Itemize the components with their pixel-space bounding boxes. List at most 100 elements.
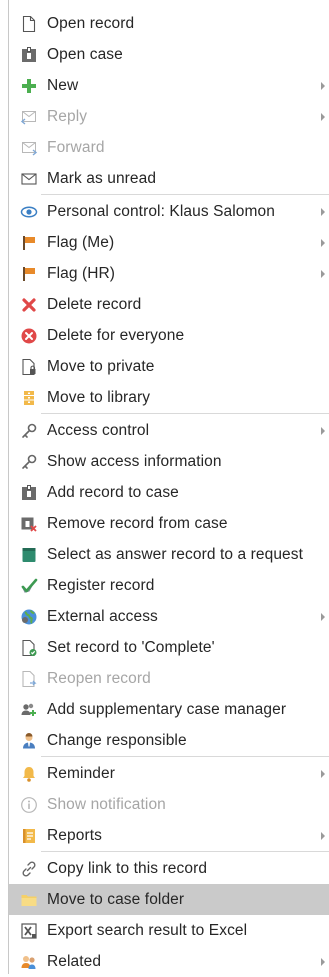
menu-item-label: Show notification [47, 795, 166, 813]
menu-item-label: Move to case folder [47, 890, 185, 908]
menu-item-reports[interactable]: Reports [9, 820, 329, 851]
folder-icon [20, 891, 38, 909]
menu-item-open-case[interactable]: Open case [9, 39, 329, 70]
plus-icon [20, 77, 38, 95]
forward-icon [20, 139, 38, 157]
menu-separator [41, 413, 329, 414]
menu-separator [41, 756, 329, 757]
envelope-icon [20, 170, 38, 188]
delete-x-icon [20, 296, 38, 314]
key-icon [20, 422, 38, 440]
submenu-arrow-icon [321, 207, 325, 216]
submenu-arrow-icon [321, 426, 325, 435]
key-icon [20, 453, 38, 471]
menu-item-remove-record-from-case[interactable]: Remove record from case [9, 508, 329, 539]
menu-item-label: Add supplementary case manager [47, 700, 287, 718]
menu-item-add-record-to-case[interactable]: Add record to case [9, 477, 329, 508]
excel-icon [20, 922, 38, 940]
flag-icon [20, 265, 38, 283]
menu-item-label: Reply [47, 107, 88, 125]
menu-item-label: Personal control: Klaus Salomon [47, 202, 275, 220]
submenu-arrow-icon [321, 831, 325, 840]
menu-item-label: Add record to case [47, 483, 179, 501]
menu-item-set-record-complete[interactable]: Set record to 'Complete' [9, 632, 329, 663]
menu-item-register-record[interactable]: Register record [9, 570, 329, 601]
menu-item-label: Flag (HR) [47, 264, 116, 282]
menu-item-label: Change responsible [47, 731, 187, 749]
menu-item-mark-as-unread[interactable]: Mark as unread [9, 163, 329, 194]
menu-item-label: Set record to 'Complete' [47, 638, 215, 656]
menu-item-delete-record[interactable]: Delete record [9, 289, 329, 320]
register-check-icon [20, 577, 38, 595]
report-icon [20, 827, 38, 845]
menu-item-label: Access control [47, 421, 150, 439]
submenu-arrow-icon [321, 238, 325, 247]
menu-item-move-to-private[interactable]: Move to private [9, 351, 329, 382]
menu-item-show-notification[interactable]: Show notification [9, 789, 329, 820]
menu-item-label: New [47, 76, 79, 94]
menu-item-open-record[interactable]: Open record [9, 8, 329, 39]
menu-item-move-to-case-folder[interactable]: Move to case folder [9, 884, 329, 915]
menu-item-label: Forward [47, 138, 105, 156]
library-icon [20, 389, 38, 407]
menu-item-change-responsible[interactable]: Change responsible [9, 725, 329, 756]
menu-item-reminder[interactable]: Reminder [9, 758, 329, 789]
menu-item-delete-for-everyone[interactable]: Delete for everyone [9, 320, 329, 351]
menu-item-personal-control[interactable]: Personal control: Klaus Salomon [9, 196, 329, 227]
menu-item-label: Register record [47, 576, 155, 594]
menu-item-external-access[interactable]: External access [9, 601, 329, 632]
private-document-icon [20, 358, 38, 376]
menu-item-label: Select as answer record to a request [47, 545, 304, 563]
menu-item-new[interactable]: New [9, 70, 329, 101]
person-icon [20, 732, 38, 750]
menu-item-reply[interactable]: Reply [9, 101, 329, 132]
submenu-arrow-icon [321, 269, 325, 278]
menu-item-label: Copy link to this record [47, 859, 208, 877]
document-icon [20, 15, 38, 33]
menu-item-label: Move to private [47, 357, 155, 375]
menu-item-label: Show access information [47, 452, 222, 470]
menu-item-label: Mark as unread [47, 169, 157, 187]
info-icon [20, 796, 38, 814]
menu-item-label: Delete record [47, 295, 142, 313]
menu-item-export-to-excel[interactable]: Export search result to Excel [9, 915, 329, 946]
menu-separator [41, 194, 329, 195]
menu-item-label: Delete for everyone [47, 326, 185, 344]
menu-item-forward[interactable]: Forward [9, 132, 329, 163]
answer-record-icon [20, 546, 38, 564]
context-menu: Open record Open case New Reply Forward … [8, 0, 329, 974]
menu-item-label: External access [47, 607, 158, 625]
menu-item-label: Move to library [47, 388, 151, 406]
menu-item-flag-hr[interactable]: Flag (HR) [9, 258, 329, 289]
menu-item-flag-me[interactable]: Flag (Me) [9, 227, 329, 258]
menu-item-label: Reminder [47, 764, 115, 782]
menu-item-label: Open record [47, 14, 135, 32]
menu-item-label: Open case [47, 45, 123, 63]
menu-item-label: Export search result to Excel [47, 921, 248, 939]
menu-item-label: Remove record from case [47, 514, 228, 532]
add-users-icon [20, 701, 38, 719]
menu-item-add-supplementary-case-manager[interactable]: Add supplementary case manager [9, 694, 329, 725]
case-icon [20, 46, 38, 64]
menu-item-related[interactable]: Related [9, 946, 329, 977]
bell-icon [20, 765, 38, 783]
complete-document-icon [20, 639, 38, 657]
menu-item-label: Reopen record [47, 669, 151, 687]
menu-separator [41, 851, 329, 852]
menu-item-select-as-answer-record[interactable]: Select as answer record to a request [9, 539, 329, 570]
menu-item-show-access-information[interactable]: Show access information [9, 446, 329, 477]
menu-item-reopen-record[interactable]: Reopen record [9, 663, 329, 694]
submenu-arrow-icon [321, 957, 325, 966]
case-remove-icon [20, 515, 38, 533]
related-people-icon [20, 953, 38, 971]
link-icon [20, 860, 38, 878]
reply-icon [20, 108, 38, 126]
menu-item-move-to-library[interactable]: Move to library [9, 382, 329, 413]
menu-item-copy-link[interactable]: Copy link to this record [9, 853, 329, 884]
eye-icon [20, 203, 38, 221]
delete-circle-icon [20, 327, 38, 345]
globe-icon [20, 608, 38, 626]
menu-item-label: Reports [47, 826, 102, 844]
menu-item-access-control[interactable]: Access control [9, 415, 329, 446]
submenu-arrow-icon [321, 769, 325, 778]
